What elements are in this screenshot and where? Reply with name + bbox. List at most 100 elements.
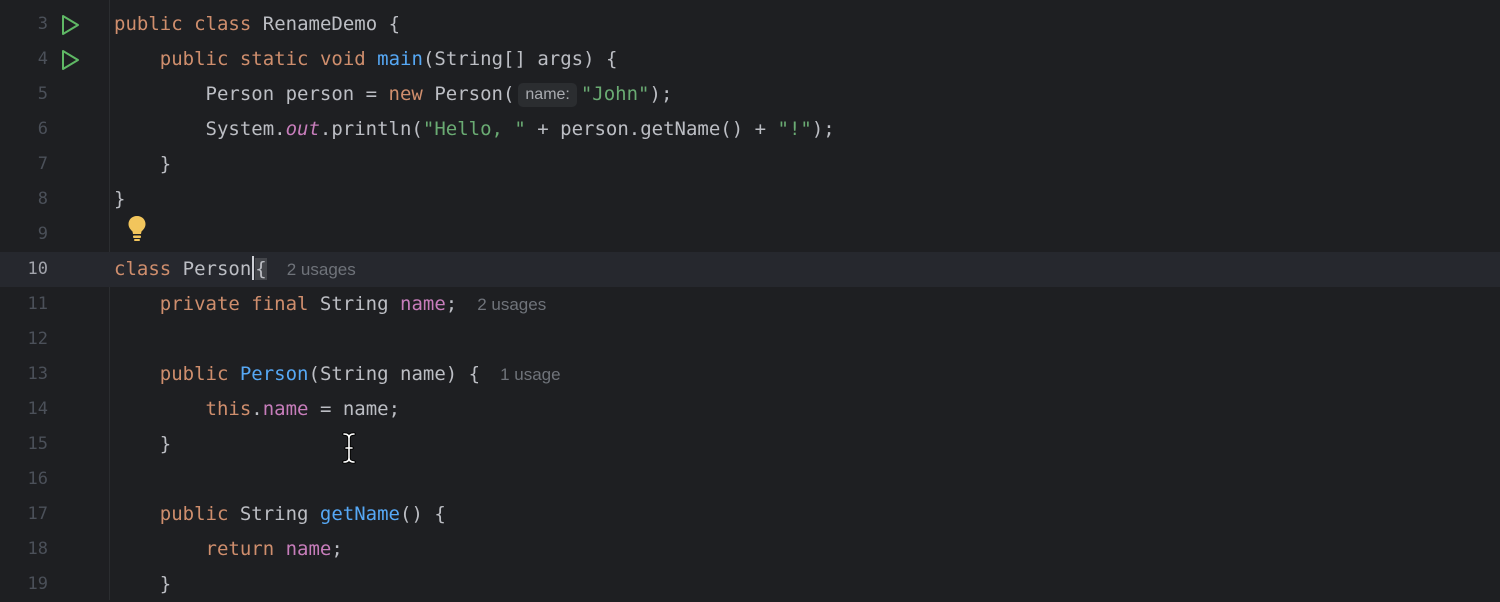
parameter-hint: name: — [518, 83, 577, 107]
line-number: 15 — [27, 434, 48, 454]
code-token: (String name) { — [308, 363, 481, 385]
code-text[interactable]: public String getName() { — [114, 497, 446, 532]
code-line-14[interactable]: 14 this.name = name; — [0, 392, 1500, 427]
code-token: () { — [400, 503, 446, 525]
line-number: 5 — [37, 84, 48, 104]
line-number: 11 — [27, 294, 48, 314]
field-name: name — [400, 293, 446, 315]
code-token: Person person = — [205, 83, 389, 105]
string-literal: "John" — [580, 83, 650, 105]
code-line-8[interactable]: 8 } — [0, 182, 1500, 217]
code-token: } — [159, 433, 172, 455]
code-text[interactable]: public Person(String name) { 1 usage — [114, 357, 561, 392]
keyword: public — [159, 503, 229, 525]
keyword: return — [205, 538, 275, 560]
code-text[interactable]: System.out.println("Hello, " + person.ge… — [114, 112, 835, 147]
method-name: main — [377, 48, 423, 70]
code-text[interactable]: } — [114, 182, 125, 217]
code-token: } — [114, 188, 126, 210]
line-number: 4 — [37, 49, 48, 69]
code-text[interactable]: } — [114, 427, 171, 462]
line-number: 18 — [27, 539, 48, 559]
line-number: 6 — [37, 119, 48, 139]
line-number: 12 — [27, 329, 48, 349]
class-name: Person — [171, 258, 252, 280]
code-line-18[interactable]: 18 return name; — [0, 532, 1500, 567]
text-caret — [252, 256, 255, 280]
code-token: ); — [649, 83, 673, 105]
line-number: 3 — [37, 14, 48, 34]
constructor-name: Person — [239, 363, 309, 385]
code-line-15[interactable]: 15 } — [0, 427, 1500, 462]
field-name: name — [262, 398, 309, 420]
string-literal: "!" — [777, 118, 812, 140]
code-text[interactable]: } — [114, 567, 171, 602]
usages-hint[interactable]: 2 usages — [477, 295, 546, 314]
code-token: = name; — [308, 398, 401, 420]
line-number: 8 — [37, 189, 48, 209]
code-text[interactable]: Person person = new Person(name: "John"); — [114, 77, 672, 112]
keyword: public — [159, 363, 229, 385]
line-number: 17 — [27, 504, 48, 524]
code-text[interactable]: public static void main(String[] args) { — [114, 42, 618, 77]
code-line-13[interactable]: 13 public Person(String name) { 1 usage — [0, 357, 1500, 392]
keyword: void — [319, 48, 366, 70]
code-line-9[interactable]: 9 — [0, 217, 1500, 252]
run-icon[interactable] — [59, 14, 81, 36]
keyword: new — [388, 83, 423, 105]
usages-hint[interactable]: 1 usage — [500, 365, 561, 384]
keyword: static — [239, 48, 309, 70]
field-name: name — [285, 538, 332, 560]
keyword: this — [205, 398, 252, 420]
code-line-16[interactable]: 16 — [0, 462, 1500, 497]
code-line-19[interactable]: 19 } — [0, 567, 1500, 602]
code-line-10[interactable]: 10 class Person{2 usages — [0, 252, 1500, 287]
code-text[interactable]: return name; — [114, 532, 343, 567]
code-token: (String[] args) { — [422, 48, 618, 70]
usages-hint[interactable]: 2 usages — [287, 260, 356, 279]
code-token: .println( — [319, 118, 423, 140]
code-text[interactable]: private final String name; 2 usages — [114, 287, 546, 322]
code-token: ; — [331, 538, 343, 560]
code-text[interactable]: this.name = name; — [114, 392, 401, 427]
method-name: getName — [319, 503, 400, 525]
lightbulb-icon[interactable] — [126, 214, 148, 242]
code-line-5[interactable]: 5 Person person = new Person(name: "John"… — [0, 77, 1500, 112]
code-line-11[interactable]: 11 private final String name; 2 usages — [0, 287, 1500, 322]
run-icon[interactable] — [59, 49, 81, 71]
line-number: 7 — [37, 154, 48, 174]
static-field: out — [285, 118, 320, 140]
code-token: System. — [205, 118, 286, 140]
line-number: 14 — [27, 399, 48, 419]
matched-brace: { — [255, 258, 267, 280]
keyword: final — [239, 293, 309, 315]
code-line-4[interactable]: 4 public static void main(String[] args)… — [0, 42, 1500, 77]
code-token: Person( — [422, 83, 515, 105]
code-token: . — [251, 398, 263, 420]
code-token: } — [159, 153, 172, 175]
code-line-12[interactable]: 12 — [0, 322, 1500, 357]
keyword: public — [159, 48, 229, 70]
line-number: 9 — [37, 224, 48, 244]
keyword: class — [194, 13, 252, 35]
code-text[interactable]: class Person{2 usages — [114, 252, 356, 287]
string-literal: "Hello, " — [422, 118, 526, 140]
i-beam-cursor-icon — [342, 432, 356, 464]
code-token: ); — [811, 118, 835, 140]
code-editor[interactable]: 3 public class RenameDemo { 4 public sta… — [0, 0, 1500, 600]
keyword: private — [159, 293, 240, 315]
code-token: } — [159, 573, 172, 595]
code-line-17[interactable]: 17 public String getName() { — [0, 497, 1500, 532]
line-number: 10 — [27, 259, 48, 279]
keyword: public — [114, 13, 183, 35]
line-number: 16 — [27, 469, 48, 489]
code-token: String — [308, 293, 400, 315]
code-text[interactable]: } — [114, 147, 171, 182]
code-line-7[interactable]: 7 } — [0, 147, 1500, 182]
code-token: ; — [445, 293, 458, 315]
code-text[interactable]: public class RenameDemo { — [114, 7, 400, 42]
code-line-3[interactable]: 3 public class RenameDemo { — [0, 7, 1500, 42]
code-line-6[interactable]: 6 System.out.println("Hello, " + person.… — [0, 112, 1500, 147]
line-number: 13 — [27, 364, 48, 384]
